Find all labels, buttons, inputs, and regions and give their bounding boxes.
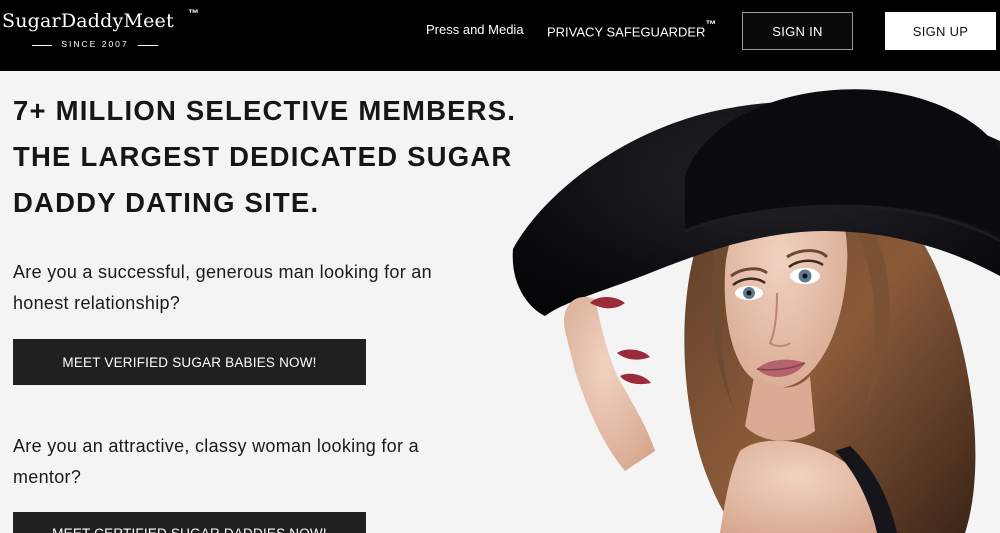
- nav-privacy-label: PRIVACY SAFEGUARDER: [547, 24, 706, 40]
- hero-woman-in-hat-image: [512, 89, 1000, 533]
- headline-line-1: 7+ MILLION SELECTIVE MEMBERS.: [13, 95, 517, 126]
- logo-since-tagline: SINCE 2007: [32, 39, 158, 49]
- meet-sugar-daddies-button[interactable]: MEET CERTIFIED SUGAR DADDIES NOW!: [13, 512, 366, 533]
- logo-trademark: ™: [188, 8, 199, 20]
- headline-line-2: THE LARGEST DEDICATED SUGAR: [13, 141, 513, 172]
- page: SugarDaddyMeet ™ SINCE 2007 Press and Me…: [0, 0, 1000, 533]
- top-navigation-bar: SugarDaddyMeet ™ SINCE 2007 Press and Me…: [0, 0, 1000, 71]
- headline-line-3: DADDY DATING SITE.: [13, 187, 320, 218]
- sign-up-button[interactable]: SIGN UP: [885, 12, 996, 50]
- nav-privacy-trademark: ™: [705, 19, 717, 31]
- men-question-text: Are you a successful, generous man looki…: [13, 262, 432, 313]
- hero-headline: 7+ MILLION SELECTIVE MEMBERS. THE LARGES…: [13, 88, 517, 226]
- meet-sugar-babies-button[interactable]: MEET VERIFIED SUGAR BABIES NOW!: [13, 339, 366, 385]
- nav-privacy-safeguarder-link[interactable]: PRIVACY SAFEGUARDER™: [547, 19, 717, 40]
- nav-press-and-media-link[interactable]: Press and Media: [426, 22, 524, 37]
- women-question-text: Are you an attractive, classy woman look…: [13, 436, 419, 487]
- logo-wordmark: SugarDaddyMeet: [2, 10, 174, 32]
- site-logo[interactable]: SugarDaddyMeet ™ SINCE 2007: [2, 8, 212, 54]
- sign-in-button[interactable]: SIGN IN: [742, 12, 853, 50]
